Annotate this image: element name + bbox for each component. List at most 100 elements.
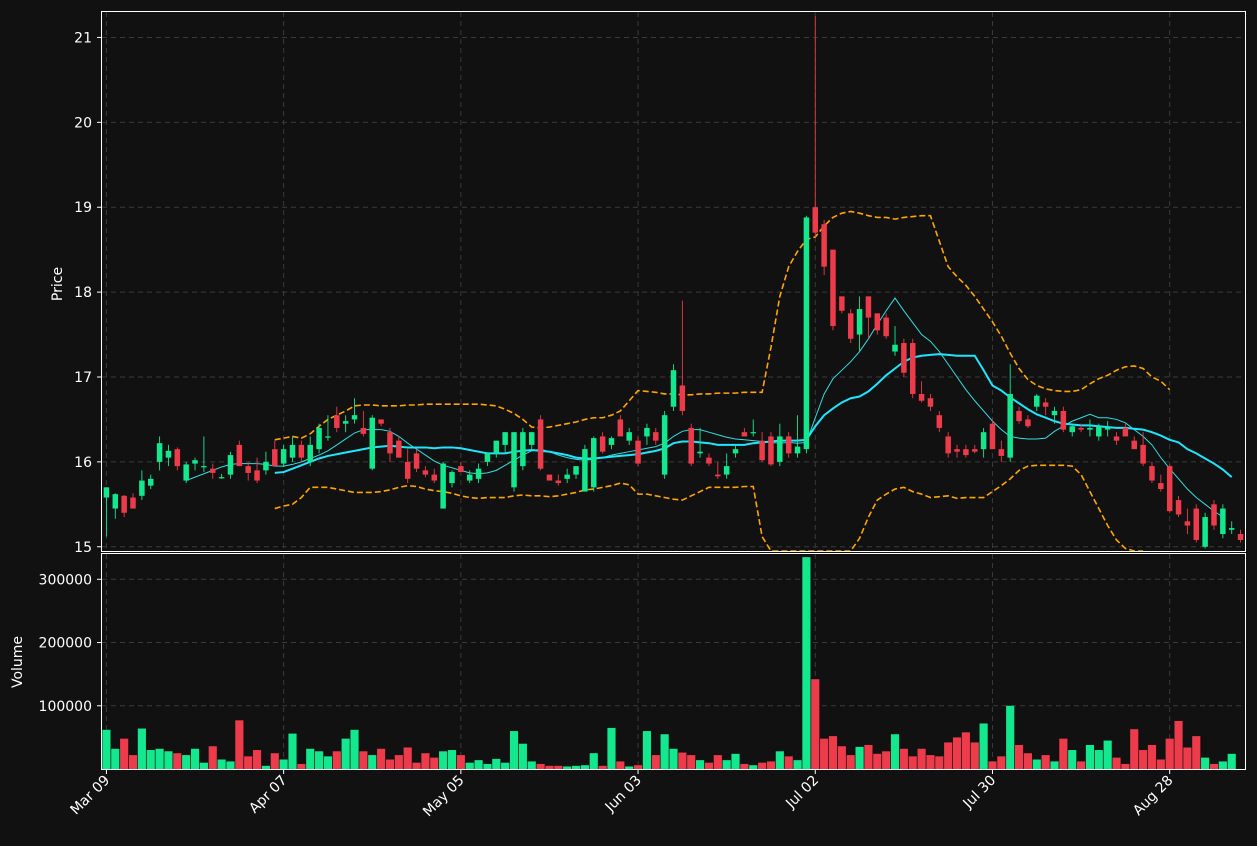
candle-up <box>591 438 597 488</box>
volume-bar <box>979 723 988 769</box>
volume-bar <box>882 751 891 769</box>
candle-up <box>183 464 189 481</box>
volume-tick-label: 300000 <box>39 572 92 588</box>
candle-down <box>378 419 384 424</box>
candle-up <box>502 432 508 445</box>
candle-up <box>980 432 987 450</box>
volume-bar <box>208 746 217 769</box>
volume-bar <box>704 762 714 769</box>
volume-bar <box>146 750 155 769</box>
candle-up <box>325 436 331 438</box>
volume-bar <box>1077 761 1086 769</box>
volume-tick-label: 100000 <box>39 699 92 715</box>
volume-bar <box>917 748 926 769</box>
volume-bar <box>341 738 350 769</box>
volume-bar <box>1041 755 1050 769</box>
volume-bar <box>120 738 129 769</box>
candle-down <box>1025 419 1031 427</box>
volume-bar <box>261 765 270 769</box>
candle-down <box>617 419 624 437</box>
candle-up <box>661 415 668 475</box>
volume-bar <box>456 755 465 769</box>
candle-down <box>706 457 712 464</box>
candle-up <box>484 453 491 462</box>
volume-bar <box>873 753 882 769</box>
candle-down <box>901 343 907 373</box>
volume-bar <box>102 729 111 769</box>
volume-bar <box>571 765 581 769</box>
candle-up <box>608 438 615 445</box>
candle-up <box>201 466 207 468</box>
candle-up <box>289 444 296 458</box>
candle-down <box>865 296 872 318</box>
volume-bar <box>908 756 917 769</box>
candle-down <box>741 432 748 437</box>
candle-down <box>785 436 792 454</box>
candle-up <box>573 466 579 475</box>
volume-bar <box>1094 750 1103 769</box>
volume-bar <box>784 756 793 769</box>
volume-bar <box>385 759 395 769</box>
candle-down <box>413 453 420 469</box>
candle-down <box>272 449 278 467</box>
candle-up <box>892 344 898 352</box>
candle-down <box>245 466 251 473</box>
candle-up <box>1069 426 1075 433</box>
volume-bar <box>279 759 288 769</box>
volume-bar <box>828 736 838 769</box>
volume-bar <box>1085 744 1095 769</box>
candle-down <box>883 317 889 337</box>
candle-up <box>369 417 375 469</box>
volume-bar <box>1050 761 1059 769</box>
volume-bar <box>678 752 687 769</box>
candle-down <box>768 436 774 465</box>
volume-bar <box>483 763 492 769</box>
volume-bar <box>563 766 572 769</box>
candle-down <box>555 480 562 484</box>
volume-bar <box>474 760 483 769</box>
candle-up <box>1051 410 1058 416</box>
candle-up <box>856 309 863 335</box>
volume-bar <box>1112 757 1121 769</box>
candle-up <box>582 449 588 492</box>
candle-down <box>1016 410 1022 422</box>
volume-bar <box>1174 720 1183 769</box>
candle-up <box>218 477 225 479</box>
candle-down <box>847 313 854 339</box>
candle-up <box>1096 426 1102 437</box>
volume-bar <box>394 755 403 769</box>
volume-bar <box>554 765 563 769</box>
volume-bar <box>501 762 510 769</box>
candle-down <box>130 497 136 509</box>
volume-bar <box>1201 757 1210 769</box>
candle-down <box>715 474 721 477</box>
candle-up <box>440 463 446 509</box>
candle-up <box>103 487 110 498</box>
volume-bar <box>137 728 146 769</box>
volume-bar <box>315 751 324 769</box>
volume-bar <box>926 755 935 769</box>
volume-bar <box>988 761 997 769</box>
candle-up <box>732 449 739 454</box>
volume-bar <box>589 753 598 769</box>
candle-down <box>936 415 943 428</box>
volume-bar <box>173 753 182 769</box>
candle-down <box>1122 427 1129 437</box>
volume-bar <box>1014 744 1024 769</box>
volume-bar <box>1068 750 1077 769</box>
volume-bar <box>802 557 811 769</box>
volume-bar <box>430 757 439 769</box>
volume-bar <box>961 732 970 769</box>
candle-down <box>599 436 606 452</box>
price-axis-label: Price <box>50 267 66 301</box>
chart-background <box>0 0 1257 842</box>
candle-down <box>210 468 216 473</box>
candle-down <box>688 427 694 464</box>
volume-bar <box>740 763 749 769</box>
price-tick-label: 16 <box>74 455 92 471</box>
candle-down <box>918 393 925 401</box>
volume-bar <box>970 742 979 769</box>
candle-down <box>1140 444 1146 464</box>
volume-bar <box>598 765 607 769</box>
candle-up <box>723 466 730 475</box>
